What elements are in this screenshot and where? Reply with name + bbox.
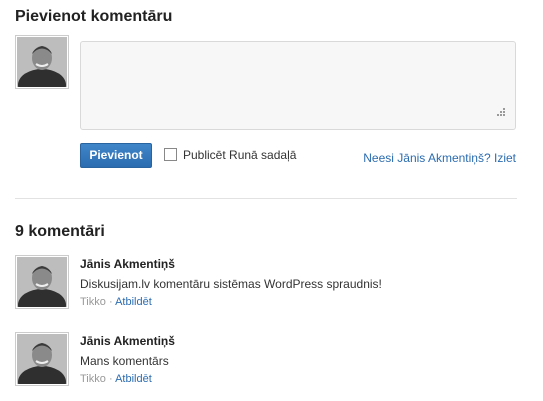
comment-meta: Tikko · Atbildēt	[80, 373, 152, 385]
add-comment-heading: Pievienot komentāru	[15, 8, 173, 25]
user-photo-icon	[17, 37, 67, 87]
publish-checkbox-label: Publicēt Runā sadaļā	[183, 148, 297, 162]
divider	[15, 198, 517, 199]
publish-checkbox-wrapper[interactable]: Publicēt Runā sadaļā	[164, 148, 296, 162]
avatar	[15, 35, 69, 89]
comments-count-heading: 9 komentāri	[15, 223, 105, 240]
user-photo-icon	[17, 334, 67, 384]
logout-link[interactable]: Neesi Jānis Akmentiņš? Iziet	[363, 151, 516, 165]
comment-textarea[interactable]	[80, 41, 516, 130]
comment-author[interactable]: Jānis Akmentiņš	[80, 334, 175, 348]
avatar	[15, 255, 69, 309]
comment-text: Diskusijam.lv komentāru sistēmas WordPre…	[80, 277, 382, 291]
comment-time: Tikko	[80, 373, 106, 385]
comment-author[interactable]: Jānis Akmentiņš	[80, 257, 175, 271]
comment-meta: Tikko · Atbildēt	[80, 296, 152, 308]
resize-grip-icon[interactable]	[493, 106, 507, 120]
meta-separator: ·	[108, 296, 113, 308]
reply-link[interactable]: Atbildēt	[115, 296, 152, 308]
comment-text: Mans komentārs	[80, 354, 169, 368]
submit-comment-button[interactable]: Pievienot	[80, 143, 152, 168]
avatar	[15, 332, 69, 386]
user-photo-icon	[17, 257, 67, 307]
publish-checkbox[interactable]	[164, 148, 177, 161]
meta-separator: ·	[108, 373, 113, 385]
reply-link[interactable]: Atbildēt	[115, 373, 152, 385]
comment-time: Tikko	[80, 296, 106, 308]
